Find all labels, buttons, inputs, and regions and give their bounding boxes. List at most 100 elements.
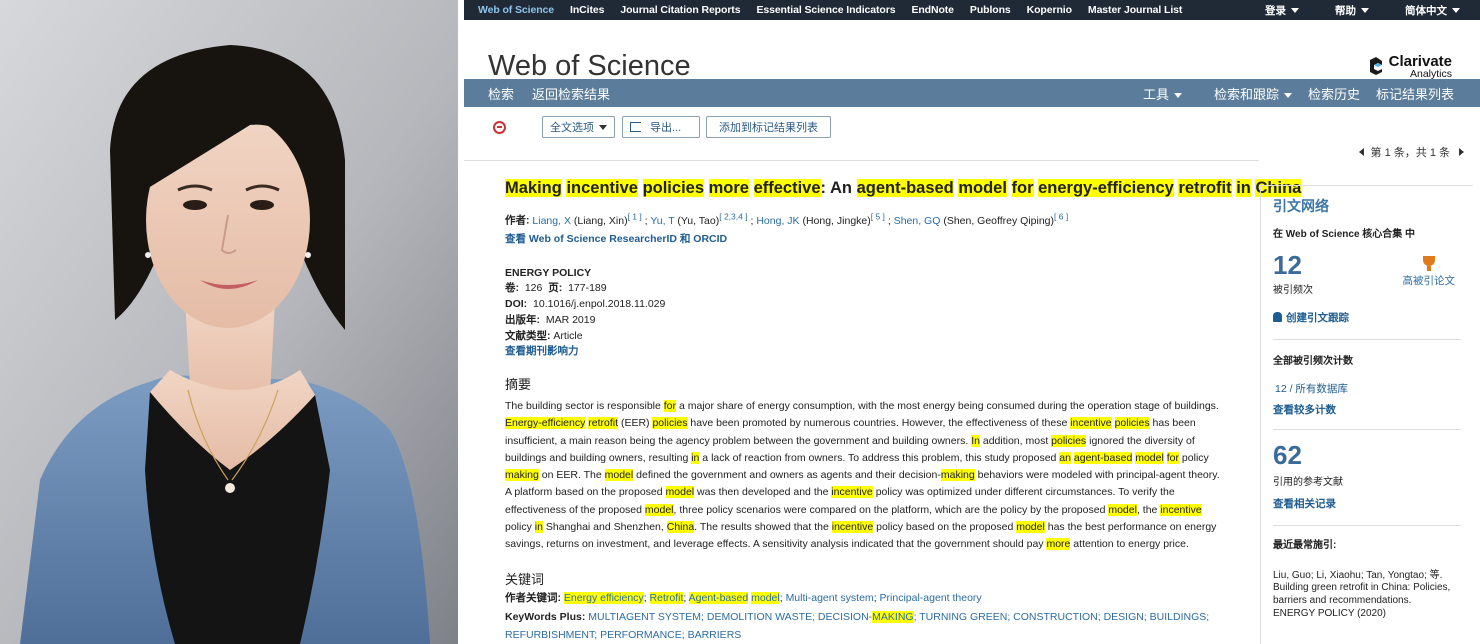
menu-search-alerts-label: 检索和跟踪 [1213,86,1279,102]
language-menu[interactable]: 简体中文 [1387,3,1460,18]
highly-cited-badge[interactable]: 高被引论文 [1403,256,1455,288]
keyword-segment: ; [643,592,650,605]
abstract-text: The building sector is responsible for a… [505,398,1221,553]
clarivate-mark-icon [1368,56,1384,76]
nav-kopernio[interactable]: Kopernio [1027,4,1072,16]
affiliation-ref[interactable]: [ 1 ] [628,211,642,221]
highlighted-term: China [666,520,695,533]
abstract-segment: . The results showed that the [694,520,832,533]
author-link[interactable]: Hong, JK [756,215,799,227]
nav-publons[interactable]: Publons [970,4,1011,16]
menu-search[interactable]: 检索 [488,84,514,103]
add-to-marked-list-button[interactable]: 添加到标记结果列表 [706,116,831,138]
author-link[interactable]: Liang, X [532,215,571,227]
highlighted-term: model [665,486,695,499]
journal-name: ENERGY POLICY [505,266,592,279]
doc-type-value: Article [553,329,583,342]
most-recent-citing-heading: 最近最常施引: [1273,540,1337,551]
pages-label: 页: [548,282,563,295]
record-toolbar: 全文选项 导出... 添加到标记结果列表 [464,115,1480,139]
divider [1273,429,1461,430]
wos-record-page: Web of Science InCites Journal Citation … [464,0,1480,644]
highlighted-term: policies [1114,417,1150,430]
fulltext-options-label: 全文选项 [550,122,594,134]
journal-impact-link[interactable]: 查看期刊影响力 [505,344,1221,360]
create-citation-alert-link[interactable]: 创建引文跟踪 [1273,310,1461,325]
highlighted-term: in [534,520,543,533]
affiliation-ref[interactable]: [ 6 ] [1054,211,1068,221]
highlighted-term: for [1166,451,1180,464]
abstract-segment: defined the government and owners as age… [633,469,941,482]
highlighted-term: incentive [566,179,638,197]
pub-date-row: 出版年: MAR 2019 [505,313,1221,329]
logo-line2: Analytics [1409,68,1452,80]
abstract-segment: a lack of reaction from owners. To addre… [699,451,1060,464]
login-menu[interactable]: 登录 [1247,3,1299,18]
affiliation-ref[interactable]: [ 2,3,4 ] [719,211,747,221]
keywords-plus-label: KeyWords Plus: [505,611,586,624]
abstract-segment: Shanghai and Shenzhen, [542,520,667,533]
export-button[interactable]: 导出... [622,116,700,138]
highlighted-term: agent-based [1073,451,1133,464]
menu-tools[interactable]: 工具 [1127,84,1182,103]
nav-incites[interactable]: InCites [570,4,604,16]
record-title: Making incentive policies more effective… [505,176,1302,200]
help-label: 帮助 [1335,4,1356,17]
doi-label: DOI: [505,298,528,311]
fulltext-options-button[interactable]: 全文选项 [542,116,615,138]
related-records-link[interactable]: 查看相关记录 [1273,496,1461,511]
source-info: ENERGY POLICY 卷: 126 页: 177-189 DOI: 10.… [505,266,1221,361]
nav-jcr[interactable]: Journal Citation Reports [620,4,740,16]
highlighted-term: an [1059,451,1071,464]
keyword-segment: Principal-agent theory [879,592,982,605]
prev-record-icon[interactable] [1358,148,1364,156]
abstract-segment: policy [1179,451,1209,464]
author-keywords: 作者关键词: Energy efficiency; Retrofit; Agen… [505,589,1221,607]
abstract-heading: 摘要 [505,377,532,393]
nav-web-of-science[interactable]: Web of Science [478,4,554,16]
menu-search-and-alerts[interactable]: 检索和跟踪 [1198,84,1292,103]
researcher-id-link[interactable]: 查看 Web of Science ResearcherID 和 ORCID [505,231,1221,246]
highlighted-term: incentive [831,520,874,533]
highlighted-term: retrofit [588,417,619,430]
highlighted-term: more [1046,537,1071,550]
highlighted-term: model [1016,520,1045,533]
top-nav: Web of Science InCites Journal Citation … [464,0,1480,20]
chevron-down-icon [1361,8,1369,14]
chevron-down-icon [1452,8,1460,14]
help-menu[interactable]: 帮助 [1317,3,1369,18]
all-databases-count-link[interactable]: 12 / 所有数据库 [1273,381,1461,396]
pub-date-value: MAR 2019 [545,313,596,326]
citing-title-link[interactable]: Building green retrofit in China: Polici… [1273,581,1461,607]
affiliation-ref[interactable]: [ 5 ] [871,211,885,221]
next-record-icon[interactable] [1459,148,1464,156]
menu-back-to-results[interactable]: 返回检索结果 [532,84,610,103]
export-icon [630,122,641,132]
menu-marked-list[interactable]: 标记结果列表 [1376,84,1454,103]
authors-label: 作者: [505,214,530,227]
nav-endnote[interactable]: EndNote [911,4,954,16]
abstract-segment: (EER) [618,417,653,430]
title-segment: : An [820,179,857,197]
highlighted-term: model [604,469,634,482]
menu-search-history[interactable]: 检索历史 [1308,84,1360,103]
nav-master-journal-list[interactable]: Master Journal List [1088,4,1182,16]
highlighted-term: policies [652,417,688,430]
chevron-down-icon [1173,92,1182,98]
references-label: 引用的参考文献 [1273,477,1343,488]
nav-esi[interactable]: Essential Science Indicators [756,4,895,16]
abstract-segment: policy [505,520,535,533]
author-link[interactable]: Yu, T [650,215,674,227]
more-counts-link[interactable]: 查看较多计数 [1273,402,1461,417]
abstract-segment: policy based on the proposed [873,520,1017,533]
highlighted-term: model [644,503,674,516]
author-link[interactable]: Shen, GQ [894,215,941,227]
highlighted-term: In [971,434,980,447]
author-keywords-label: 作者关键词: [505,592,561,605]
citing-source: ENERGY POLICY (2020) [1273,608,1387,619]
citing-authors: Liu, Guo; Li, Xiaohu; Tan, Yongtao; 等. [1273,570,1443,581]
highlighted-term: MAKING [872,611,914,624]
sfx-link-icon[interactable] [493,121,506,134]
references-count[interactable]: 62 [1273,440,1461,471]
chevron-down-icon [1291,8,1299,14]
